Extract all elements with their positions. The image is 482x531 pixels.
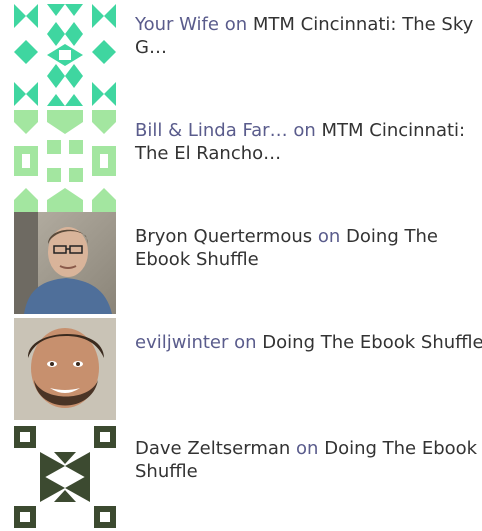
- comment-text: Bill & Linda Far… on MTM Cincinnati: The…: [135, 119, 482, 165]
- recent-comments-list: Your Wife on MTM Cincinnati: The Sky G…: [14, 0, 482, 530]
- comment-item: Bill & Linda Far… on MTM Cincinnati: The…: [14, 106, 482, 212]
- comment-post-link[interactable]: Doing The Ebook Shuffle: [262, 332, 482, 353]
- on-label: on: [293, 120, 316, 141]
- comment-author: Bryon Quertermous: [135, 226, 313, 247]
- on-label: on: [224, 14, 248, 35]
- comment-item: eviljwinter on Doing The Ebook Shuffle: [14, 318, 482, 424]
- on-label: on: [317, 226, 341, 247]
- comment-text: Dave Zeltserman on Doing The Ebook Shuff…: [135, 437, 482, 483]
- comment-author-link[interactable]: Bill & Linda Far…: [135, 120, 288, 141]
- photo-avatar[interactable]: [14, 212, 116, 314]
- comment-text: Your Wife on MTM Cincinnati: The Sky G…: [135, 13, 482, 59]
- comment-text: Bryon Quertermous on Doing The Ebook Shu…: [135, 225, 482, 271]
- comment-author-link[interactable]: eviljwinter: [135, 332, 228, 353]
- on-label: on: [296, 438, 319, 459]
- identicon-green-avatar[interactable]: [14, 110, 116, 212]
- identicon-olive-avatar[interactable]: [14, 426, 116, 528]
- comment-item: Bryon Quertermous on Doing The Ebook Shu…: [14, 212, 482, 318]
- comment-item: Dave Zeltserman on Doing The Ebook Shuff…: [14, 424, 482, 530]
- comment-item: Your Wife on MTM Cincinnati: The Sky G…: [14, 0, 482, 106]
- comment-author-link[interactable]: Your Wife: [135, 14, 219, 35]
- on-label: on: [234, 332, 257, 353]
- comment-author: Dave Zeltserman: [135, 438, 291, 459]
- comment-text: eviljwinter on Doing The Ebook Shuffle: [135, 331, 482, 354]
- photo-avatar[interactable]: [14, 318, 116, 420]
- identicon-teal-avatar[interactable]: [14, 4, 116, 106]
